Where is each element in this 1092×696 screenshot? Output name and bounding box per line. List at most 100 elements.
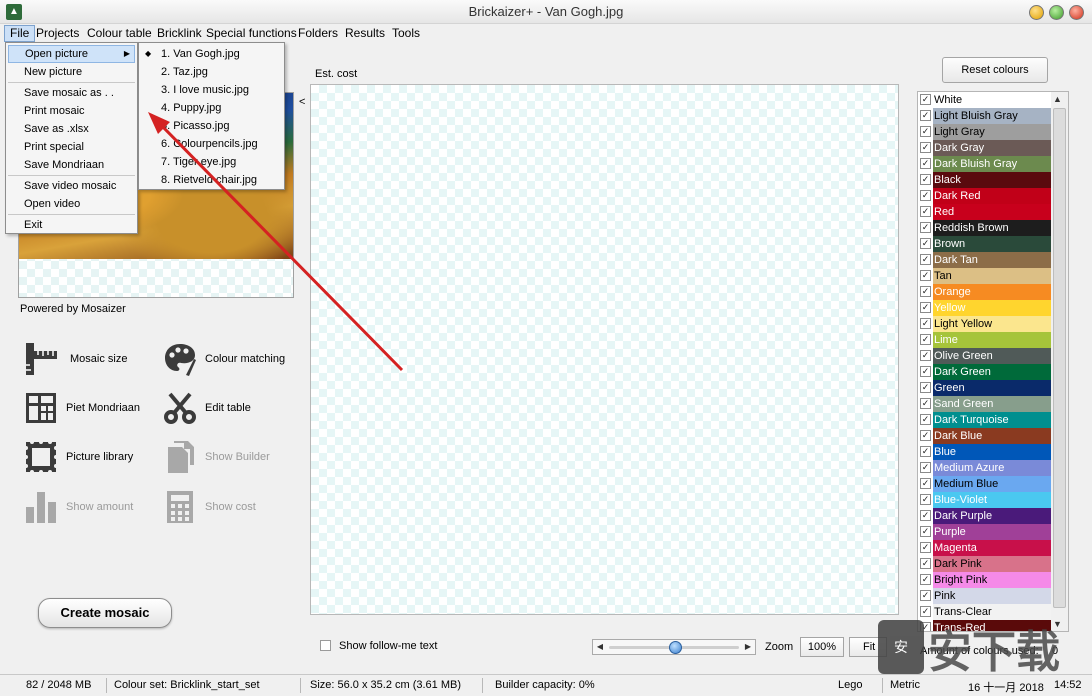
colour-row[interactable]: ✓ Lime — [918, 332, 1052, 348]
colour-checkbox[interactable]: ✓ — [920, 526, 931, 537]
menu-print-special[interactable]: Print special — [8, 138, 135, 156]
colour-checkbox[interactable]: ✓ — [920, 302, 931, 313]
recent-file-item[interactable]: 2. Taz.jpg — [141, 63, 282, 81]
reset-colours-button[interactable]: Reset colours — [942, 57, 1048, 83]
colour-checkbox[interactable]: ✓ — [920, 414, 931, 425]
colour-row[interactable]: ✓ Magenta — [918, 540, 1052, 556]
menu-folders[interactable]: Folders — [293, 25, 343, 42]
mosaic-canvas[interactable] — [310, 84, 899, 615]
colour-row[interactable]: ✓ Pink — [918, 588, 1052, 604]
colour-checkbox[interactable]: ✓ — [920, 574, 931, 585]
colour-checkbox[interactable]: ✓ — [920, 398, 931, 409]
colour-row[interactable]: ✓ Dark Gray — [918, 140, 1052, 156]
minimize-button[interactable] — [1029, 5, 1044, 20]
maximize-button[interactable] — [1049, 5, 1064, 20]
colour-checkbox[interactable]: ✓ — [920, 478, 931, 489]
colour-row[interactable]: ✓ Dark Blue — [918, 428, 1052, 444]
menu-open-video[interactable]: Open video — [8, 195, 135, 213]
show-follow-me-checkbox[interactable]: Show follow-me text — [320, 640, 437, 652]
close-button[interactable] — [1069, 5, 1084, 20]
colour-row[interactable]: ✓ Light Gray — [918, 124, 1052, 140]
colour-row[interactable]: ✓ Light Yellow — [918, 316, 1052, 332]
slider-left-arrow-icon[interactable]: ◀ — [593, 640, 607, 654]
menu-save-mondriaan[interactable]: Save Mondriaan — [8, 156, 135, 174]
colour-row[interactable]: ✓ Yellow — [918, 300, 1052, 316]
recent-file-item[interactable]: 5. Picasso.jpg — [141, 117, 282, 135]
colour-checkbox[interactable]: ✓ — [920, 286, 931, 297]
colour-row[interactable]: ✓ Dark Tan — [918, 252, 1052, 268]
colour-checkbox[interactable]: ✓ — [920, 126, 931, 137]
colour-row[interactable]: ✓ Purple — [918, 524, 1052, 540]
colour-checkbox[interactable]: ✓ — [920, 174, 931, 185]
colour-row[interactable]: ✓ Brown — [918, 236, 1052, 252]
colour-row[interactable]: ✓ Green — [918, 380, 1052, 396]
menu-save-video-mosaic[interactable]: Save video mosaic — [8, 177, 135, 195]
colour-list[interactable]: ✓ White ✓ Light Bluish Gray ✓ Light Gray ✓ Dark… — [917, 91, 1069, 632]
colour-row[interactable]: ✓ Dark Green — [918, 364, 1052, 380]
colour-checkbox[interactable]: ✓ — [920, 94, 931, 105]
colour-checkbox[interactable]: ✓ — [920, 334, 931, 345]
colour-row[interactable]: ✓ White — [918, 92, 1052, 108]
colour-checkbox[interactable]: ✓ — [920, 494, 931, 505]
slider-right-arrow-icon[interactable]: ▶ — [741, 640, 755, 654]
colour-checkbox[interactable]: ✓ — [920, 558, 931, 569]
colour-checkbox[interactable]: ✓ — [920, 142, 931, 153]
collapse-panel-arrow[interactable]: < — [299, 96, 305, 108]
colour-row[interactable]: ✓ Dark Red — [918, 188, 1052, 204]
colour-checkbox[interactable]: ✓ — [920, 542, 931, 553]
colour-row[interactable]: ✓ Dark Turquoise — [918, 412, 1052, 428]
colour-row[interactable]: ✓ Medium Blue — [918, 476, 1052, 492]
colour-checkbox[interactable]: ✓ — [920, 446, 931, 457]
colour-checkbox[interactable]: ✓ — [920, 462, 931, 473]
colour-checkbox[interactable]: ✓ — [920, 110, 931, 121]
colour-row[interactable]: ✓ Medium Azure — [918, 460, 1052, 476]
menu-new-picture[interactable]: New picture — [8, 63, 135, 81]
colour-row[interactable]: ✓ Blue — [918, 444, 1052, 460]
slider-thumb[interactable] — [668, 641, 682, 654]
colour-row[interactable]: ✓ Sand Green — [918, 396, 1052, 412]
colour-row[interactable]: ✓ Dark Purple — [918, 508, 1052, 524]
menu-special-functions[interactable]: Special functions — [201, 25, 302, 42]
menu-save-mosaic-as[interactable]: Save mosaic as . . — [8, 84, 135, 102]
menu-save-as-xlsx[interactable]: Save as .xlsx — [8, 120, 135, 138]
colour-checkbox[interactable]: ✓ — [920, 206, 931, 217]
recent-file-item[interactable]: 7. Tiger eye.jpg — [141, 153, 282, 171]
menu-print-mosaic[interactable]: Print mosaic — [8, 102, 135, 120]
colour-row[interactable]: ✓ Black — [918, 172, 1052, 188]
scroll-up-icon[interactable]: ▲ — [1053, 94, 1062, 104]
colour-checkbox[interactable]: ✓ — [920, 366, 931, 377]
colour-row[interactable]: ✓ Light Bluish Gray — [918, 108, 1052, 124]
colour-row[interactable]: ✓ Dark Bluish Gray — [918, 156, 1052, 172]
colour-list-scrollbar[interactable]: ▲ ▼ — [1051, 92, 1068, 631]
menu-open-picture[interactable]: Open picture ▶ — [8, 45, 135, 63]
menu-exit[interactable]: Exit — [8, 216, 135, 234]
colour-row[interactable]: ✓ Red — [918, 204, 1052, 220]
colour-row[interactable]: ✓ Dark Pink — [918, 556, 1052, 572]
menu-bricklink[interactable]: Bricklink — [152, 25, 207, 42]
colour-checkbox[interactable]: ✓ — [920, 318, 931, 329]
recent-file-item[interactable]: 8. Rietveld chair.jpg — [141, 171, 282, 189]
colour-checkbox[interactable]: ✓ — [920, 254, 931, 265]
colour-checkbox[interactable]: ✓ — [920, 238, 931, 249]
colour-row[interactable]: ✓ Olive Green — [918, 348, 1052, 364]
colour-checkbox[interactable]: ✓ — [920, 430, 931, 441]
menu-results[interactable]: Results — [340, 25, 390, 42]
colour-checkbox[interactable]: ✓ — [920, 270, 931, 281]
colour-checkbox[interactable]: ✓ — [920, 158, 931, 169]
recent-file-item[interactable]: ◆ 1. Van Gogh.jpg — [141, 45, 282, 63]
recent-file-item[interactable]: 3. I love music.jpg — [141, 81, 282, 99]
scroll-thumb[interactable] — [1053, 108, 1066, 608]
recent-file-item[interactable]: 6. Colourpencils.jpg — [141, 135, 282, 153]
colour-row[interactable]: ✓ Reddish Brown — [918, 220, 1052, 236]
colour-checkbox[interactable]: ✓ — [920, 510, 931, 521]
zoom-value-button[interactable]: 100% — [800, 637, 844, 657]
create-mosaic-button[interactable]: Create mosaic — [38, 598, 172, 628]
colour-row[interactable]: ✓ Bright Pink — [918, 572, 1052, 588]
menu-projects[interactable]: Projects — [31, 25, 84, 42]
recent-file-item[interactable]: 4. Puppy.jpg — [141, 99, 282, 117]
colour-checkbox[interactable]: ✓ — [920, 222, 931, 233]
colour-checkbox[interactable]: ✓ — [920, 382, 931, 393]
colour-checkbox[interactable]: ✓ — [920, 190, 931, 201]
checkbox-box[interactable] — [320, 640, 331, 651]
zoom-slider[interactable]: ◀ ▶ — [592, 639, 756, 655]
